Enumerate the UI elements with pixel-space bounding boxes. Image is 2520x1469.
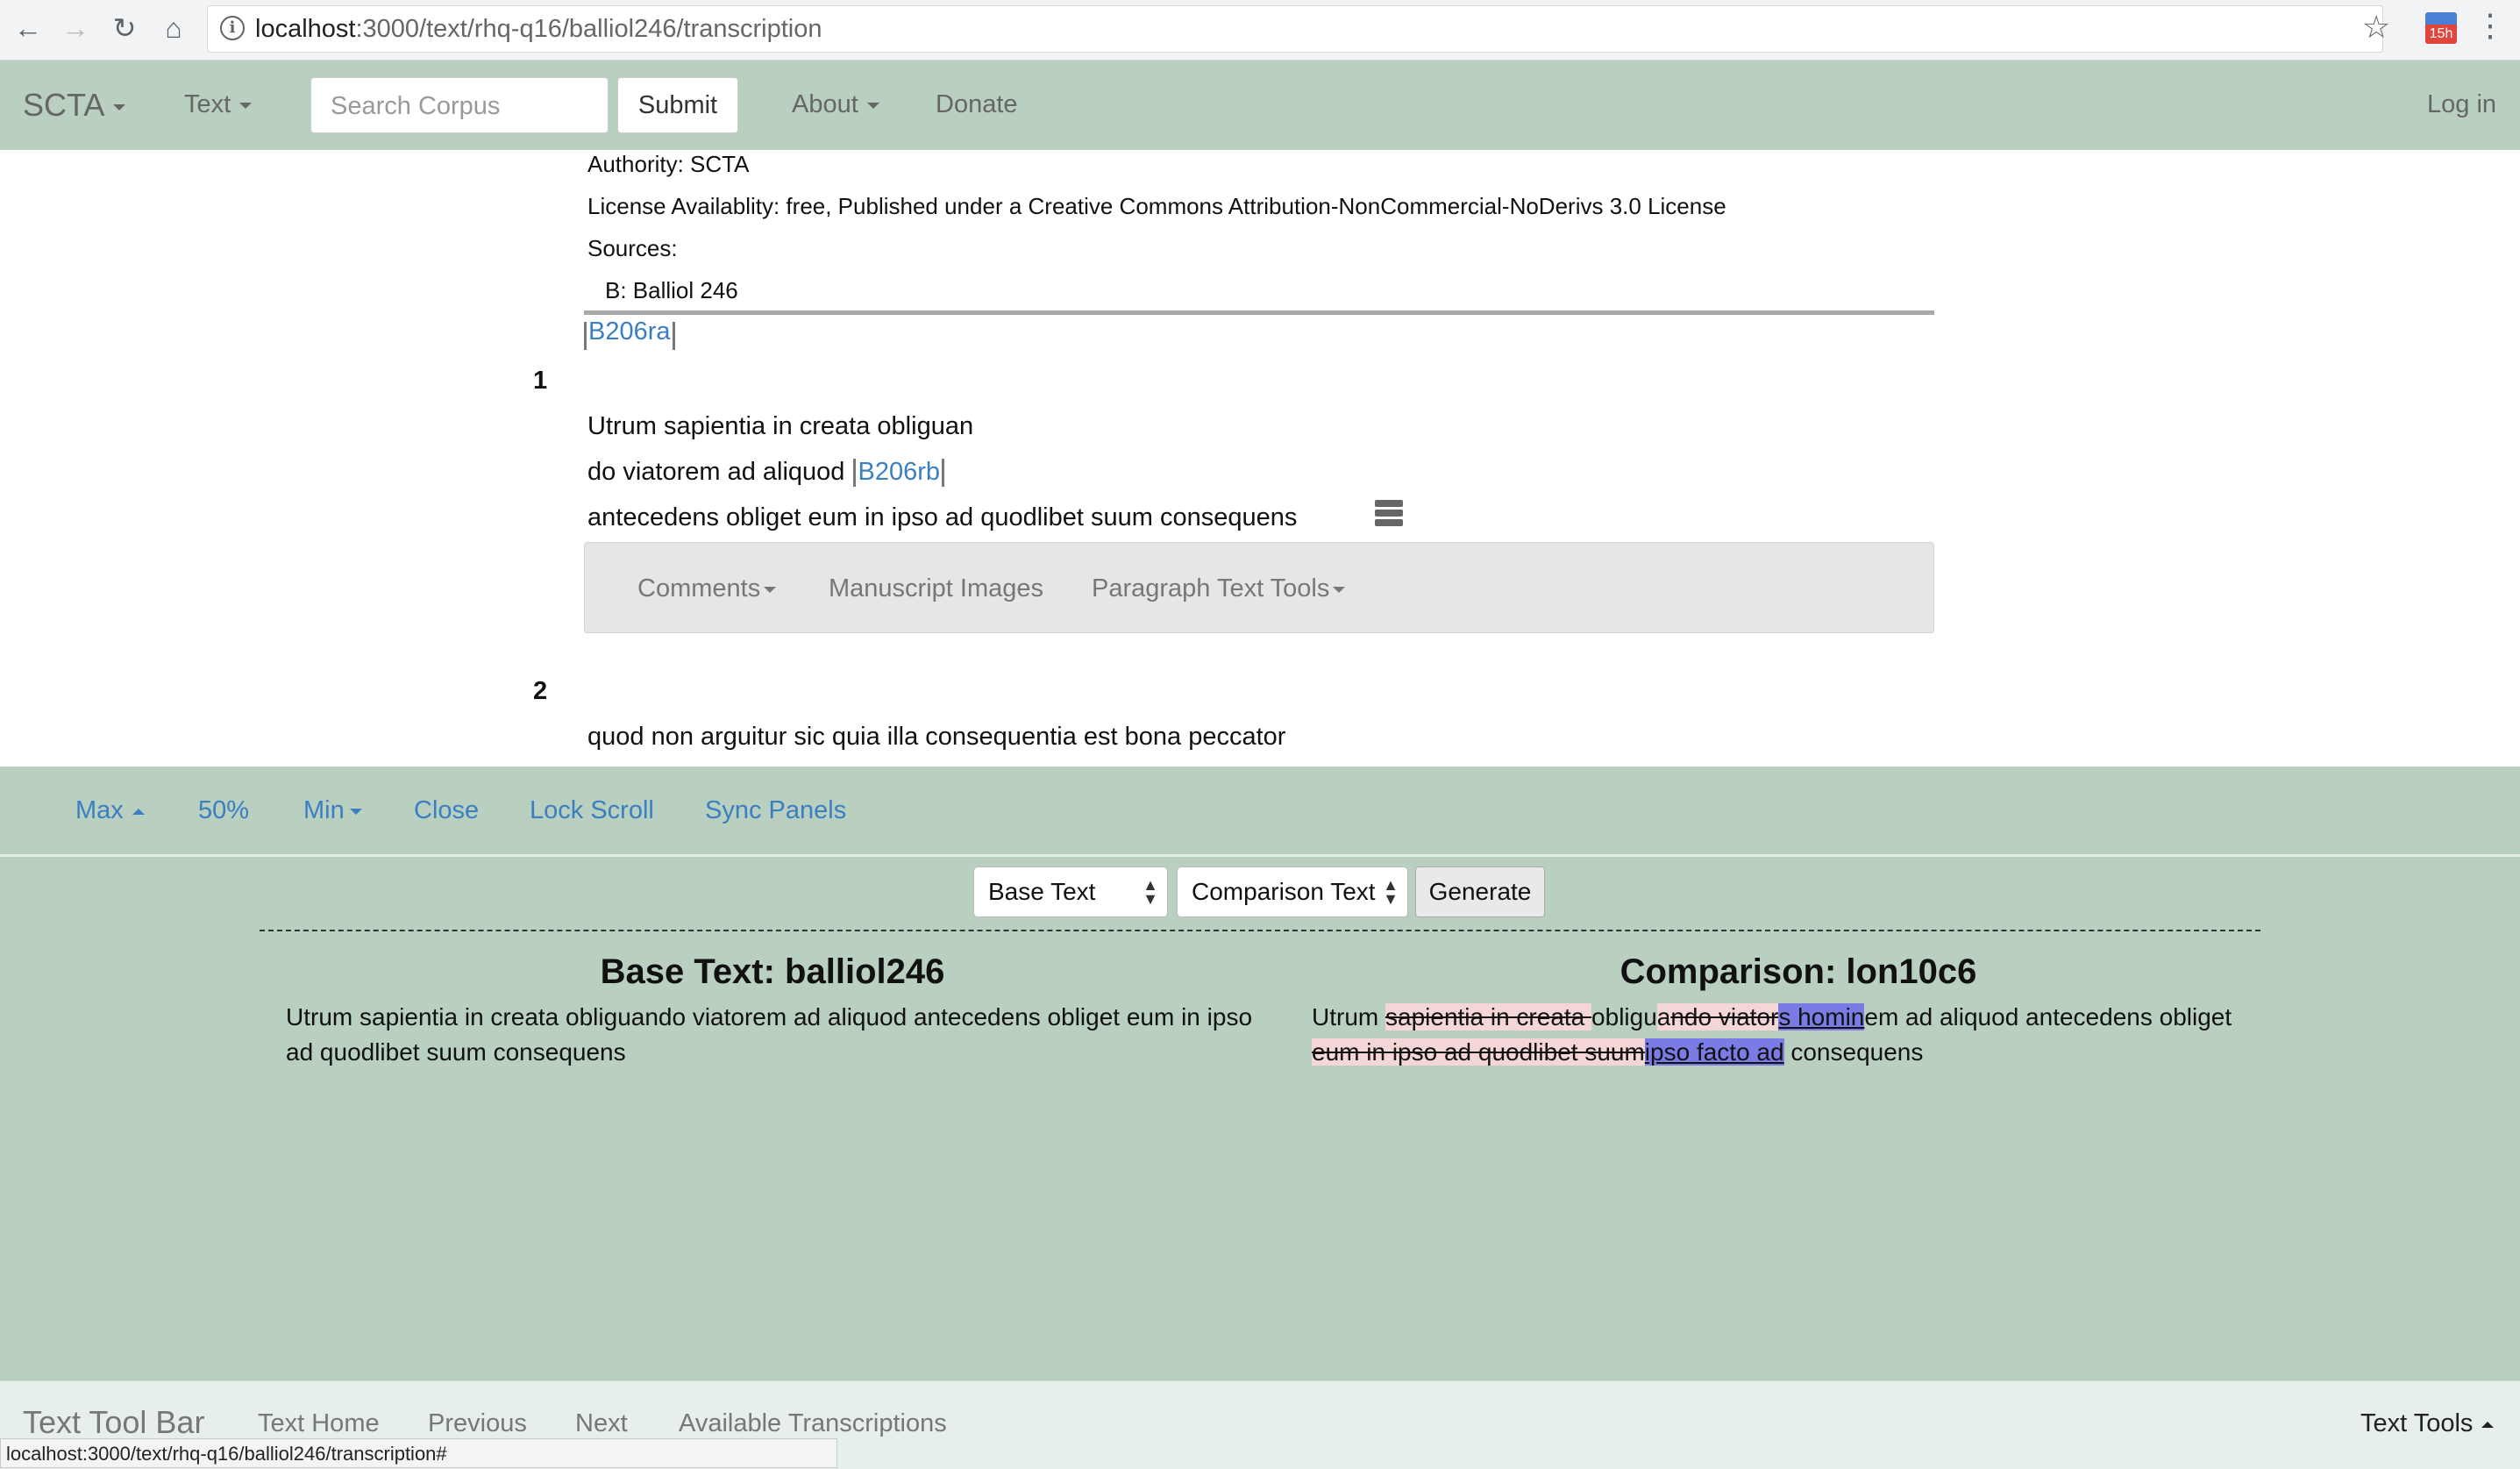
app-navbar: SCTA Text Search Corpus Submit About Don…: [0, 61, 2520, 150]
reload-icon[interactable]: ↻: [107, 11, 142, 46]
home-icon[interactable]: ⌂: [156, 11, 191, 46]
diff-deletion: ndo viator: [1670, 1003, 1779, 1030]
next-link[interactable]: Next: [575, 1409, 628, 1438]
address-bar[interactable]: i localhost:3000/text/rhq-q16/balliol246…: [207, 5, 2383, 53]
chevron-down-icon: [239, 102, 253, 109]
chevron-down-icon: [1333, 586, 1346, 593]
login-link[interactable]: Log in: [2427, 90, 2496, 119]
browser-toolbar: ← → ↻ ⌂ i localhost:3000/text/rhq-q16/ba…: [0, 0, 2520, 61]
calendar-extension-icon[interactable]: 15h: [2425, 12, 2460, 47]
comparison-text-select[interactable]: Comparison Text ▲ ▼: [1177, 866, 1408, 917]
url-text: localhost:3000/text/rhq-q16/balliol246/t…: [255, 15, 822, 44]
chevron-up-icon: [132, 808, 145, 815]
diff-same: consequens: [1783, 1038, 1924, 1066]
diff-insertion: ipso facto ad: [1644, 1038, 1784, 1066]
paragraph-text-tools-menu[interactable]: Paragraph Text Tools: [1092, 574, 1346, 603]
base-text-select-value: Base Text: [988, 878, 1096, 905]
page-break-marker: B206ra: [582, 317, 677, 350]
divider: [584, 310, 1934, 315]
submit-button[interactable]: Submit: [617, 77, 738, 133]
paragraph-line: do viatorem ad aliquod B206rb: [587, 458, 946, 488]
source-item: B: Balliol 246: [605, 277, 738, 303]
browser-menu-icon[interactable]: ⋮: [2474, 7, 2506, 44]
paragraph-line: Utrum sapientia in creata obliguan: [587, 412, 974, 440]
page-break-link[interactable]: B206rb: [858, 458, 940, 486]
text-menu[interactable]: Text: [184, 90, 253, 119]
text-menu-label: Text: [184, 90, 231, 118]
lock-scroll-button[interactable]: Lock Scroll: [530, 796, 654, 825]
close-button[interactable]: Close: [414, 796, 479, 825]
previous-link[interactable]: Previous: [428, 1409, 527, 1438]
diff-same: obligu: [1591, 1003, 1657, 1030]
base-text-body: Utrum sapientia in creata obliguando via…: [286, 1003, 1253, 1066]
paragraph-line-text: do viatorem ad aliquod: [587, 458, 845, 486]
chevron-up-icon: [2481, 1421, 2495, 1428]
divider: [0, 854, 2520, 857]
text-tool-bar-brand[interactable]: Text Tool Bar: [23, 1404, 204, 1441]
diff-deletion: eum in ipso ad quodlibet suum: [1312, 1038, 1645, 1066]
available-transcriptions-link[interactable]: Available Transcriptions: [679, 1409, 947, 1438]
paragraph-tools-toggle-icon[interactable]: [1375, 500, 1403, 526]
base-text-title: Base Text: balliol246: [600, 952, 945, 991]
back-arrow-icon[interactable]: ←: [11, 11, 46, 46]
brand-label: SCTA: [23, 87, 105, 123]
generate-button[interactable]: Generate: [1415, 866, 1545, 917]
url-path: :3000/text/rhq-q16/balliol246/transcript…: [355, 15, 822, 43]
dashed-divider: [260, 930, 2260, 931]
donate-link[interactable]: Donate: [936, 90, 1018, 119]
diff-insertion: s homin: [1778, 1003, 1865, 1030]
about-menu[interactable]: About: [792, 90, 879, 119]
comparison-body: Utrum sapientia in creata obliguando via…: [1312, 1000, 2259, 1070]
license-line: License Availablity: free, Published und…: [587, 193, 1726, 219]
brand-menu[interactable]: SCTA: [23, 87, 126, 124]
about-label: About: [792, 90, 858, 118]
url-host: localhost: [255, 15, 356, 43]
diff-deletion: sapientia in creata: [1385, 1003, 1592, 1030]
chevron-down-icon: [113, 103, 126, 111]
half-size-button[interactable]: 50%: [198, 796, 249, 825]
manuscript-images-link[interactable]: Manuscript Images: [829, 574, 1043, 603]
diff-deletion: a: [1656, 1003, 1671, 1030]
comparison-title: Comparison: lon10c6: [1619, 952, 1977, 991]
paragraph-line: antecedens obliget eum in ipso ad quodli…: [587, 503, 1298, 531]
text-tools-label: Text Tools: [2360, 1409, 2474, 1437]
sources-label: Sources:: [587, 235, 678, 261]
sync-panels-button[interactable]: Sync Panels: [705, 796, 846, 825]
status-bar-url: localhost:3000/text/rhq-q16/balliol246/t…: [0, 1438, 837, 1468]
chevron-down-icon: [764, 586, 777, 593]
min-label: Min: [303, 796, 345, 824]
comments-menu[interactable]: Comments: [637, 574, 777, 603]
max-button[interactable]: Max: [75, 796, 145, 825]
forward-arrow-icon[interactable]: →: [58, 11, 93, 46]
diff-same: em ad aliquod antecedens obliget: [1864, 1003, 2232, 1030]
chevron-down-icon: [349, 808, 362, 815]
select-arrows-icon: ▲ ▼: [1383, 876, 1399, 908]
search-input[interactable]: Search Corpus: [310, 77, 609, 133]
paragraph-toolbar: Comments Manuscript Images Paragraph Tex…: [584, 542, 1934, 633]
diff-same: Utrum: [1312, 1003, 1385, 1030]
chevron-down-icon: [866, 102, 879, 109]
paragraph-text-tools-label: Paragraph Text Tools: [1092, 574, 1330, 603]
site-info-icon[interactable]: i: [220, 16, 245, 40]
page-break-link[interactable]: B206ra: [588, 317, 671, 346]
authority-line: Authority: SCTA: [587, 151, 750, 177]
comments-label: Comments: [637, 574, 761, 603]
bookmark-star-icon[interactable]: ☆: [2362, 9, 2390, 46]
extension-badge: 15h: [2425, 25, 2457, 44]
text-tools-menu[interactable]: Text Tools: [2360, 1409, 2495, 1438]
max-label: Max: [75, 796, 124, 824]
min-button[interactable]: Min: [303, 796, 362, 825]
paragraph-number: 1: [533, 367, 548, 395]
select-arrows-icon: ▲ ▼: [1143, 876, 1158, 908]
comparison-text-select-value: Comparison Text: [1192, 878, 1376, 905]
comparison-panel: Max 50% Min Close Lock Scroll Sync Panel…: [0, 767, 2520, 1380]
paragraph-number: 2: [533, 677, 548, 705]
text-home-link[interactable]: Text Home: [258, 1409, 380, 1438]
paragraph-line: quod non arguitur sic quia illa conseque…: [587, 723, 1286, 751]
base-text-select[interactable]: Base Text ▲ ▼: [973, 866, 1168, 917]
